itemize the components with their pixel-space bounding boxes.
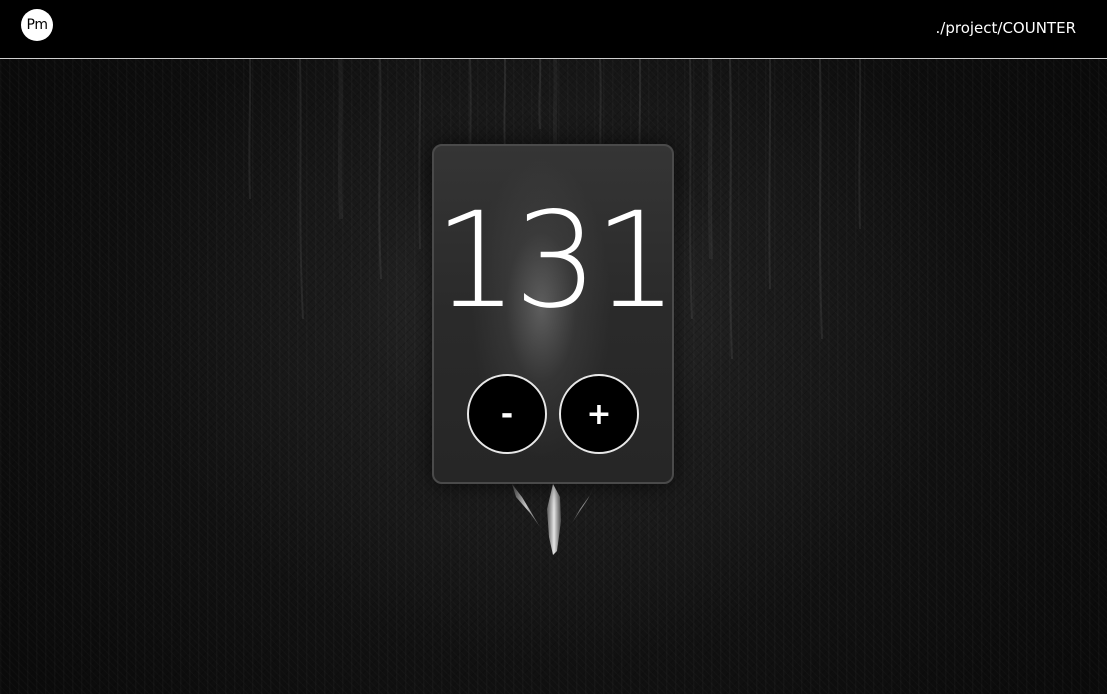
decrement-button[interactable]: -	[467, 374, 547, 454]
counter-value: 131	[434, 184, 678, 338]
leather-background: 131 - +	[0, 59, 1107, 694]
breadcrumb[interactable]: ./project/COUNTER	[936, 19, 1076, 37]
counter-card: 131 - +	[432, 144, 678, 484]
pm-logo[interactable]: Pm	[21, 9, 53, 41]
top-bar: Pm ./project/COUNTER	[0, 0, 1107, 59]
increment-button[interactable]: +	[559, 374, 639, 454]
spike-ornament	[512, 484, 595, 555]
